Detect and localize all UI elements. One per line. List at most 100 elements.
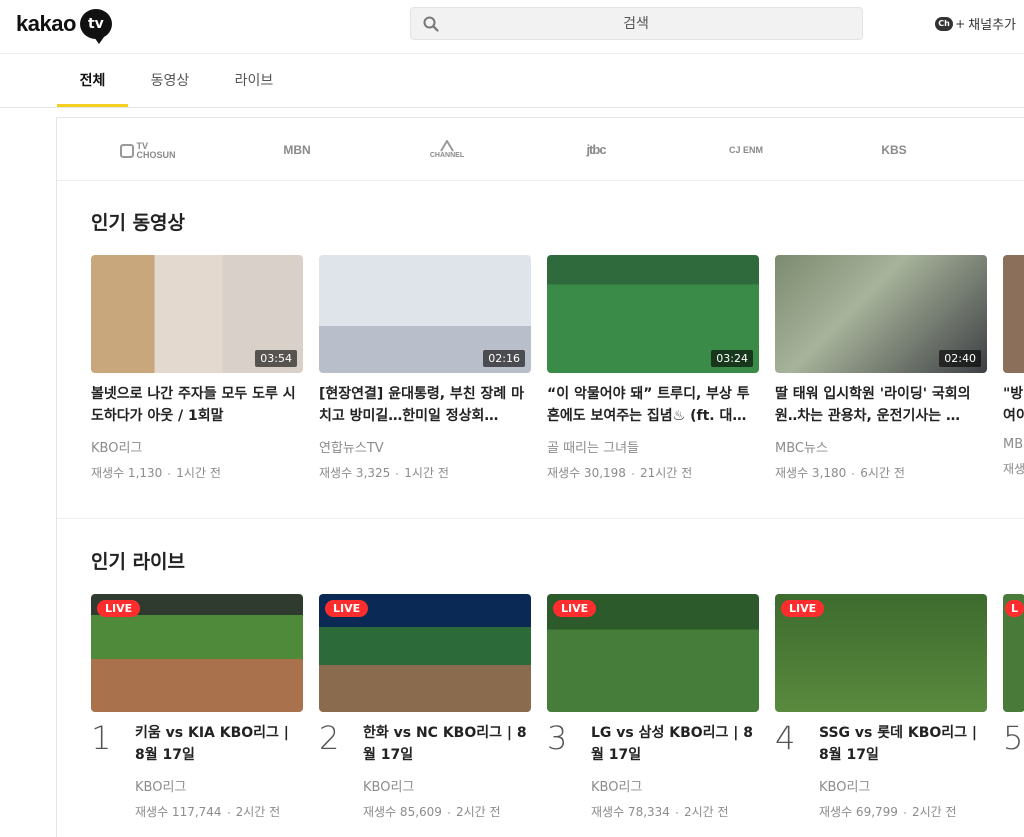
- partial-title-line: "방: [1003, 386, 1024, 402]
- live-rank: 1: [91, 719, 112, 757]
- live-card-partial[interactable]: L 5: [1003, 594, 1024, 756]
- video-views: 재생수 1,130: [91, 466, 163, 480]
- live-thumbnail[interactable]: LIVE: [91, 594, 303, 712]
- popular-videos-title: 인기 동영상: [91, 212, 186, 234]
- live-title[interactable]: 한화 vs NC KBO리그 | 8월 17일: [363, 722, 531, 766]
- tab-live[interactable]: 라이브: [224, 55, 284, 108]
- plus-icon: +: [955, 16, 966, 31]
- separator-dot: [447, 811, 450, 814]
- video-views: 재생수 30,198: [547, 466, 626, 480]
- category-tabs: 전체 동영상 라이브: [0, 55, 1024, 108]
- live-badge: LIVE: [97, 600, 141, 617]
- video-meta: 재생수 30,198 21시간 전: [547, 464, 759, 481]
- video-title-partial[interactable]: "방 여이: [1003, 383, 1024, 427]
- video-card[interactable]: 02:16 [현장연결] 윤대통령, 부친 장례 마치고 방미길…한미일 정상회…: [319, 255, 531, 481]
- logo-tv-badge: tv: [79, 9, 112, 44]
- video-meta: 재생수 3,180 6시간 전: [775, 464, 987, 481]
- video-thumbnail[interactable]: 03:24: [547, 255, 759, 373]
- popular-live-title: 인기 라이브: [91, 551, 186, 573]
- live-meta: 재생수 78,334 2시간 전: [591, 803, 759, 820]
- live-title[interactable]: SSG vs 롯데 KBO리그 | 8월 17일: [819, 722, 987, 766]
- video-card[interactable]: 03:24 “이 악물어야 돼” 트루디, 부상 투혼에도 보여주는 집념♨ (…: [547, 255, 759, 481]
- video-channel[interactable]: 연합뉴스TV: [319, 437, 531, 456]
- kakao-tv-logo[interactable]: kakao tv: [16, 9, 112, 44]
- live-meta: 재생수 117,744 2시간 전: [135, 803, 303, 820]
- separator-dot: [675, 811, 678, 814]
- channel-a-icon: [440, 140, 454, 152]
- video-card[interactable]: 02:40 딸 태워 입시학원 '라이딩' 국회의원‥차는 관용차, 운전기사는…: [775, 255, 987, 481]
- channel-icon: Ch: [935, 16, 954, 31]
- video-thumbnail[interactable]: 03:54: [91, 255, 303, 373]
- video-time: 1시간 전: [404, 466, 449, 480]
- video-title[interactable]: “이 악물어야 돼” 트루디, 부상 투혼에도 보여주는 집념♨ (ft. 대…: [547, 383, 759, 427]
- video-card[interactable]: 03:54 볼넷으로 나간 주자들 모두 도루 시도하다가 아웃 / 1회말 K…: [91, 255, 303, 481]
- channel-logo-cj-enm[interactable]: CJ ENM: [691, 140, 801, 160]
- live-text: LG vs 삼성 KBO리그 | 8월 17일 KBO리그 재생수 78,334…: [591, 718, 759, 820]
- tab-all[interactable]: 전체: [57, 55, 128, 108]
- live-text: SSG vs 롯데 KBO리그 | 8월 17일 KBO리그 재생수 69,79…: [819, 718, 987, 820]
- live-card[interactable]: LIVE 3 LG vs 삼성 KBO리그 | 8월 17일 KBO리그 재생수…: [547, 594, 759, 820]
- video-thumbnail[interactable]: 02:16: [319, 255, 531, 373]
- channel-logo-bar: TV CHOSUN MBN CHANNEL jtbc CJ ENM KBS: [57, 118, 1024, 181]
- live-channel[interactable]: KBO리그: [135, 776, 303, 795]
- video-card-partial[interactable]: "방 여이 MB 재생: [1003, 255, 1024, 477]
- video-channel[interactable]: MBC뉴스: [775, 437, 987, 456]
- live-rank: 3: [547, 719, 568, 757]
- tv-chosun-icon: [120, 143, 135, 158]
- video-time: 6시간 전: [860, 466, 905, 480]
- tv-chosun-label: CHOSUN: [136, 149, 176, 160]
- live-card[interactable]: LIVE 1 키움 vs KIA KBO리그 | 8월 17일 KBO리그 재생…: [91, 594, 303, 820]
- live-badge: LIVE: [781, 600, 825, 617]
- live-rank: 2: [319, 719, 340, 757]
- live-thumbnail[interactable]: L: [1003, 594, 1024, 712]
- tab-videos[interactable]: 동영상: [140, 55, 200, 108]
- video-duration: 03:24: [711, 350, 753, 367]
- channel-logo-kbs[interactable]: KBS: [839, 140, 949, 160]
- live-badge: LIVE: [325, 600, 369, 617]
- live-channel[interactable]: KBO리그: [591, 776, 759, 795]
- live-channel[interactable]: KBO리그: [819, 776, 987, 795]
- channel-logo-channel-a[interactable]: CHANNEL: [392, 140, 502, 160]
- search-input[interactable]: [451, 8, 821, 39]
- top-bar: kakao tv Ch + 채널추가: [0, 0, 1024, 54]
- video-duration: 03:54: [255, 350, 297, 367]
- channel-logo-mbn[interactable]: MBN: [242, 140, 352, 160]
- live-title[interactable]: LG vs 삼성 KBO리그 | 8월 17일: [591, 722, 759, 766]
- separator-dot: [227, 811, 230, 814]
- live-channel[interactable]: KBO리그: [363, 776, 531, 795]
- live-thumbnail[interactable]: LIVE: [319, 594, 531, 712]
- video-views: 재생수 3,180: [775, 466, 847, 480]
- separator-dot: [852, 472, 855, 475]
- video-thumbnail[interactable]: 02:40: [775, 255, 987, 373]
- live-info: 1 키움 vs KIA KBO리그 | 8월 17일 KBO리그 재생수 117…: [91, 718, 303, 820]
- live-card[interactable]: LIVE 4 SSG vs 롯데 KBO리그 | 8월 17일 KBO리그 재생…: [775, 594, 987, 820]
- video-meta: 재생수 1,130 1시간 전: [91, 464, 303, 481]
- separator-dot: [168, 472, 171, 475]
- live-title[interactable]: 키움 vs KIA KBO리그 | 8월 17일: [135, 722, 303, 766]
- active-tab-indicator: [57, 104, 128, 107]
- video-title[interactable]: 딸 태워 입시학원 '라이딩' 국회의원‥차는 관용차, 운전기사는 …: [775, 383, 987, 427]
- video-channel[interactable]: MB: [1003, 437, 1024, 452]
- channel-logo-tv-chosun[interactable]: TV CHOSUN: [93, 140, 203, 160]
- live-meta: 재생수 69,799 2시간 전: [819, 803, 987, 820]
- search-icon[interactable]: [423, 16, 439, 32]
- live-info: 4 SSG vs 롯데 KBO리그 | 8월 17일 KBO리그 재생수 69,…: [775, 718, 987, 820]
- video-channel[interactable]: KBO리그: [91, 437, 303, 456]
- separator-dot: [903, 811, 906, 814]
- live-thumbnail[interactable]: LIVE: [547, 594, 759, 712]
- add-channel-button[interactable]: Ch + 채널추가: [935, 14, 1016, 33]
- video-thumbnail[interactable]: [1003, 255, 1024, 373]
- video-title[interactable]: 볼넷으로 나간 주자들 모두 도루 시도하다가 아웃 / 1회말: [91, 383, 303, 427]
- video-channel[interactable]: 골 때리는 그녀들: [547, 437, 759, 456]
- live-meta: 재생수 85,609 2시간 전: [363, 803, 531, 820]
- live-thumbnail[interactable]: LIVE: [775, 594, 987, 712]
- separator-dot: [631, 472, 634, 475]
- video-time: 21시간 전: [639, 466, 693, 480]
- channel-logo-jtbc[interactable]: jtbc: [541, 140, 651, 160]
- live-text: 한화 vs NC KBO리그 | 8월 17일 KBO리그 재생수 85,609…: [363, 718, 531, 820]
- video-time: 1시간 전: [176, 466, 221, 480]
- live-rank: 4: [775, 719, 796, 757]
- video-title[interactable]: [현장연결] 윤대통령, 부친 장례 마치고 방미길…한미일 정상회…: [319, 383, 531, 427]
- live-card[interactable]: LIVE 2 한화 vs NC KBO리그 | 8월 17일 KBO리그 재생수…: [319, 594, 531, 820]
- live-rank: 5: [1003, 719, 1024, 756]
